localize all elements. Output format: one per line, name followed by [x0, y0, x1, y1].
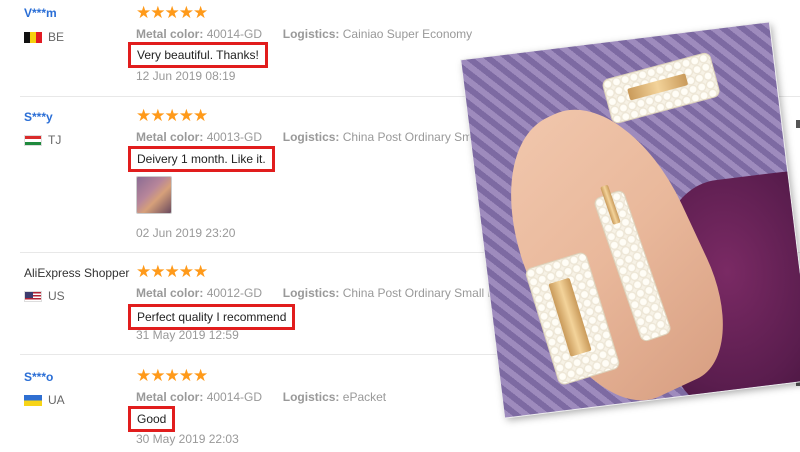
expand-arrow-icon[interactable]: [796, 120, 800, 128]
belgium-flag-icon: [24, 31, 42, 43]
logistics-label: Logistics:: [282, 390, 340, 404]
buyer-name[interactable]: S***o: [24, 370, 53, 384]
country-code: UA: [48, 393, 65, 407]
review-date: 31 May 2019 12:59: [136, 328, 239, 342]
country-code: US: [48, 289, 65, 303]
logistics-value: Cainiao Super Economy: [342, 27, 473, 41]
review-photo-thumbnail[interactable]: [136, 176, 172, 214]
order-info: Metal color: 40013-GD Logistics: China P…: [136, 130, 521, 144]
review-date: 02 Jun 2019 23:20: [136, 226, 236, 240]
pearl-hair-clip: [602, 52, 720, 124]
star-rating: ★★★★★: [136, 106, 208, 125]
star-rating: ★★★★★: [136, 3, 208, 22]
attr-label: Metal color:: [136, 130, 204, 144]
attr-label: Metal color:: [136, 286, 204, 300]
attr-value: 40013-GD: [206, 130, 263, 144]
buyer-country: UA: [24, 393, 65, 407]
buyer-name: AliExpress Shopper: [24, 266, 130, 280]
buyer-country: US: [24, 289, 65, 303]
attr-label: Metal color:: [136, 390, 204, 404]
logistics-label: Logistics:: [282, 130, 340, 144]
attr-value: 40012-GD: [206, 286, 263, 300]
review-date: 30 May 2019 22:03: [136, 432, 239, 446]
review-text: Perfect quality I recommend: [128, 304, 296, 330]
buyer-country: BE: [24, 30, 64, 44]
usa-flag-icon: [24, 290, 42, 302]
buyer-name[interactable]: V***m: [24, 6, 57, 20]
country-code: BE: [48, 30, 65, 44]
review-text: Good: [128, 406, 176, 432]
order-info: Metal color: 40014-GD Logistics: ePacket: [136, 390, 386, 404]
logistics-label: Logistics:: [282, 286, 340, 300]
buyer-name[interactable]: S***y: [24, 110, 53, 124]
tajikistan-flag-icon: [24, 134, 42, 146]
country-code: TJ: [48, 133, 62, 147]
logistics-value: ePacket: [342, 390, 387, 404]
order-info: Metal color: 40014-GD Logistics: Cainiao…: [136, 27, 472, 41]
order-info: Metal color: 40012-GD Logistics: China P…: [136, 286, 538, 300]
review-text: Deivery 1 month. Like it.: [128, 146, 275, 172]
attr-value: 40014-GD: [206, 27, 263, 41]
review-text: Very beautiful. Thanks!: [128, 42, 268, 68]
star-rating: ★★★★★: [136, 366, 208, 385]
attr-label: Metal color:: [136, 27, 204, 41]
review-date: 12 Jun 2019 08:19: [136, 69, 236, 83]
star-rating: ★★★★★: [136, 262, 208, 281]
ukraine-flag-icon: [24, 394, 42, 406]
attr-value: 40014-GD: [206, 390, 263, 404]
enlarged-review-photo[interactable]: [461, 22, 800, 418]
buyer-country: TJ: [24, 133, 61, 147]
logistics-label: Logistics:: [282, 27, 340, 41]
